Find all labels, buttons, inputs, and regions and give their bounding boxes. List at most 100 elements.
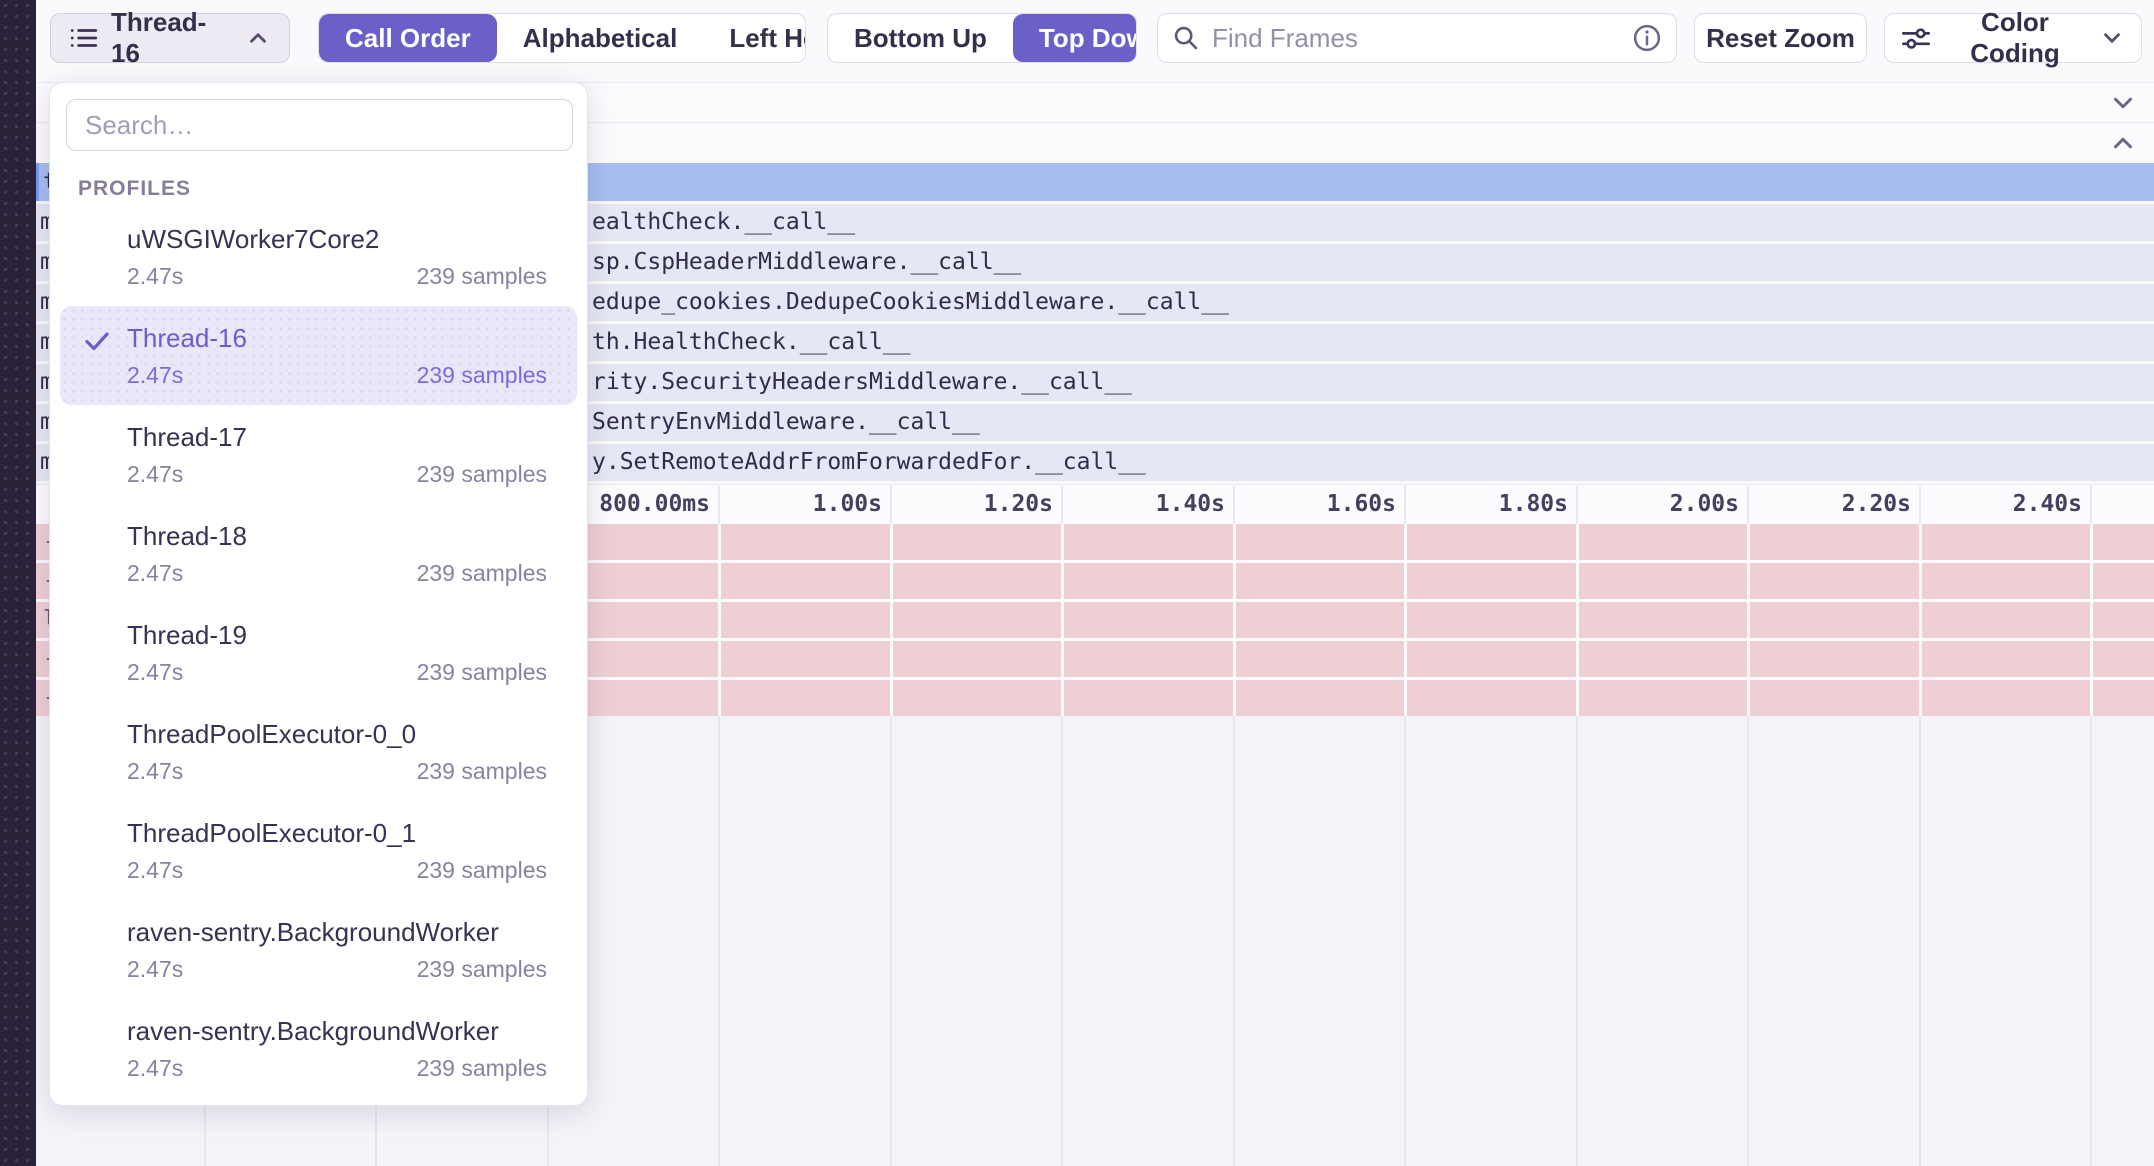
timeline-gridline: [2090, 524, 2093, 716]
profile-list: uWSGIWorker7Core2 2.47s 239 samples Thre…: [50, 207, 587, 1098]
profile-item-samples: 239 samples: [417, 758, 547, 784]
flame-row-label: SentryEnvMiddleware.__call__: [592, 404, 980, 441]
profile-item-name: Thread-17: [127, 422, 547, 453]
reset-zoom-label: Reset Zoom: [1706, 23, 1855, 54]
flame-row-label: sp.CspHeaderMiddleware.__call__: [592, 244, 1021, 281]
flame-row-label: th.HealthCheck.__call__: [592, 324, 911, 361]
sort-left-heavy-button[interactable]: Left Heavy: [703, 14, 806, 62]
timeline-gridline: [890, 524, 893, 716]
timeline-gridline: [1061, 716, 1063, 1166]
flame-row-label: edupe_cookies.DedupeCookiesMiddleware.__…: [592, 284, 1229, 321]
timeline-gridline: [1404, 524, 1407, 716]
profile-item-samples: 239 samples: [417, 560, 547, 586]
color-coding-label: Color Coding: [1943, 7, 2087, 69]
profile-item-name: ThreadPoolExecutor-0_0: [127, 719, 547, 750]
timeline-gridline: [890, 486, 892, 524]
profile-item-duration: 2.47s: [127, 461, 183, 487]
profile-item[interactable]: Thread-18 2.47s 239 samples: [60, 504, 577, 603]
profile-item-name: raven-sentry.BackgroundWorker: [127, 917, 547, 948]
profile-item-name: raven-sentry.BackgroundWorker: [127, 1016, 547, 1047]
profile-item-samples: 239 samples: [417, 857, 547, 883]
timeline-gridline: [1233, 524, 1236, 716]
timeline-gridline: [1233, 486, 1235, 524]
profile-item-samples: 239 samples: [417, 1055, 547, 1081]
flame-row-label: y.SetRemoteAddrFromForwardedFor.__call__: [592, 444, 1146, 481]
profile-item[interactable]: Thread-16 2.47s 239 samples: [60, 306, 577, 405]
profile-item[interactable]: ThreadPoolExecutor-0_0 2.47s 239 samples: [60, 702, 577, 801]
timeline-gridline: [2090, 486, 2092, 524]
chevron-down-icon[interactable]: [2108, 88, 2138, 118]
thread-selector-label: Thread-16: [111, 7, 235, 69]
profile-item-name: Thread-16: [127, 323, 547, 354]
sort-alphabetical-button[interactable]: Alphabetical: [497, 14, 704, 62]
profile-item[interactable]: Thread-19 2.47s 239 samples: [60, 603, 577, 702]
profile-item[interactable]: raven-sentry.BackgroundWorker 2.47s 239 …: [60, 900, 577, 999]
profile-item-duration: 2.47s: [127, 857, 183, 883]
profile-item[interactable]: uWSGIWorker7Core2 2.47s 239 samples: [60, 207, 577, 306]
flame-row-label: rity.SecurityHeadersMiddleware.__call__: [592, 364, 1132, 401]
profile-item-duration: 2.47s: [127, 758, 183, 784]
timeline-gridline: [1404, 716, 1406, 1166]
time-axis-tick-label: 2.40s: [2013, 491, 2082, 517]
profile-dropdown-panel: PROFILES uWSGIWorker7Core2 2.47s 239 sam…: [49, 82, 588, 1106]
sort-call-order-button[interactable]: Call Order: [319, 14, 497, 62]
profile-item-name: ThreadPoolExecutor-0_1: [127, 818, 547, 849]
timeline-gridline: [1919, 524, 1922, 716]
profile-item-name: Thread-19: [127, 620, 547, 651]
profiles-section-label: PROFILES: [78, 177, 587, 201]
timeline-gridline: [1919, 716, 1921, 1166]
thread-selector-button[interactable]: Thread-16: [50, 13, 290, 63]
timeline-gridline: [1576, 486, 1578, 524]
profile-item[interactable]: ThreadPoolExecutor-0_1 2.47s 239 samples: [60, 801, 577, 900]
timeline-gridline: [1747, 486, 1749, 524]
profile-item-samples: 239 samples: [417, 362, 547, 388]
timeline-gridline: [2090, 716, 2092, 1166]
info-icon[interactable]: [1632, 23, 1662, 53]
direction-segmented-control: Bottom Up Top Down: [827, 13, 1137, 63]
timeline-gridline: [1576, 524, 1579, 716]
profile-item-duration: 2.47s: [127, 362, 183, 388]
chevron-up-icon: [245, 25, 271, 51]
chevron-up-icon[interactable]: [2108, 128, 2138, 158]
find-frames-input[interactable]: [1210, 22, 1632, 55]
chevron-down-icon: [2099, 25, 2125, 51]
reset-zoom-button[interactable]: Reset Zoom: [1694, 13, 1867, 63]
profile-item-name: Thread-18: [127, 521, 547, 552]
profile-item[interactable]: Thread-17 2.47s 239 samples: [60, 405, 577, 504]
profile-item-samples: 239 samples: [417, 263, 547, 289]
flame-row-label: ealthCheck.__call__: [592, 204, 855, 241]
timeline-gridline: [1576, 716, 1578, 1166]
profile-item-samples: 239 samples: [417, 659, 547, 685]
timeline-gridline: [1919, 486, 1921, 524]
sort-order-segmented-control: Call Order Alphabetical Left Heavy: [318, 13, 806, 63]
profile-item[interactable]: raven-sentry.BackgroundWorker 2.47s 239 …: [60, 999, 577, 1098]
timeline-gridline: [1061, 486, 1063, 524]
timeline-gridline: [718, 716, 720, 1166]
thread-list-icon: [69, 25, 99, 51]
profile-item-samples: 239 samples: [417, 956, 547, 982]
profile-item-name: uWSGIWorker7Core2: [127, 224, 547, 255]
app-sidebar: [0, 0, 36, 1166]
find-frames-search[interactable]: [1157, 13, 1677, 63]
profile-item-samples: 239 samples: [417, 461, 547, 487]
timeline-gridline: [1747, 524, 1750, 716]
profile-search-input[interactable]: [66, 99, 573, 151]
profile-item-duration: 2.47s: [127, 659, 183, 685]
time-axis-tick: 2.40s: [1832, 484, 2082, 524]
timeline-gridline: [1747, 716, 1749, 1166]
timeline-gridline: [1233, 716, 1235, 1166]
timeline-gridline: [1404, 486, 1406, 524]
profile-item-duration: 2.47s: [127, 1055, 183, 1081]
timeline-gridline: [718, 486, 720, 524]
sliders-icon: [1901, 24, 1931, 52]
top-down-button[interactable]: Top Down: [1013, 14, 1137, 62]
check-icon: [82, 326, 112, 356]
profile-item-duration: 2.47s: [127, 263, 183, 289]
bottom-up-button[interactable]: Bottom Up: [828, 14, 1013, 62]
search-icon: [1172, 24, 1200, 52]
timeline-gridline: [890, 716, 892, 1166]
timeline-gridline: [718, 524, 721, 716]
timeline-gridline: [1061, 524, 1064, 716]
color-coding-button[interactable]: Color Coding: [1884, 13, 2142, 63]
profile-item-duration: 2.47s: [127, 560, 183, 586]
